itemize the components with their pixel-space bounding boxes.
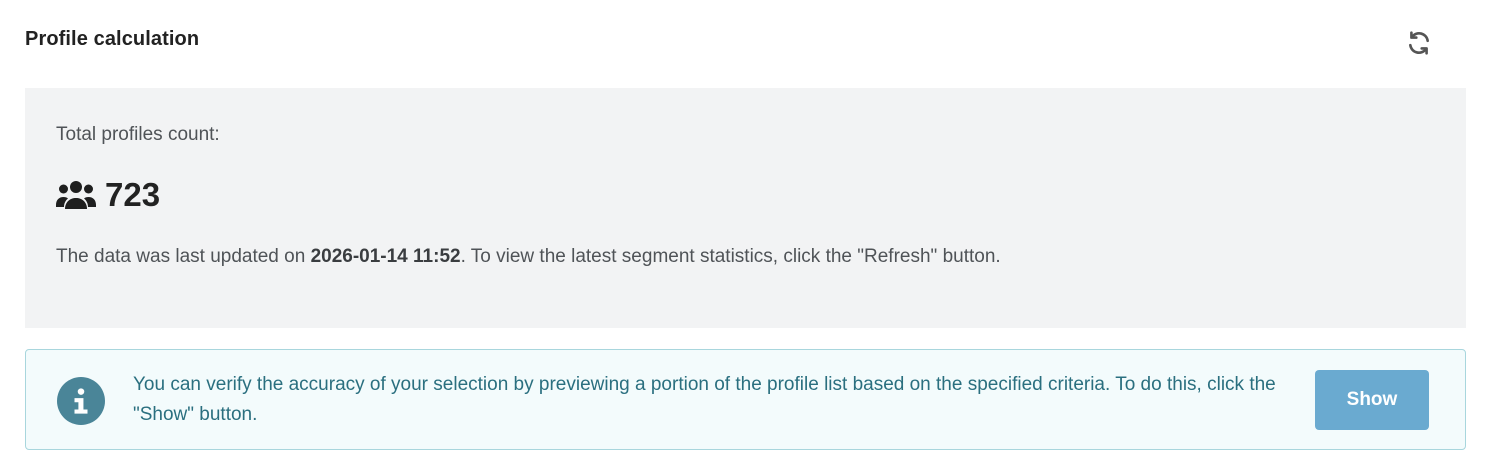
profile-stats-panel: Total profiles count: 723 The data was l… <box>25 88 1466 328</box>
refresh-button[interactable] <box>1402 26 1436 60</box>
info-icon <box>57 377 105 425</box>
show-button[interactable]: Show <box>1315 370 1429 430</box>
updated-prefix: The data was last updated on <box>56 246 311 267</box>
updated-suffix: . To view the latest segment statistics,… <box>460 246 1001 267</box>
preview-info-alert: You can verify the accuracy of your sele… <box>25 349 1466 450</box>
profiles-count-row: 723 <box>56 178 160 211</box>
panel-title: Profile calculation <box>25 28 200 50</box>
refresh-icon <box>1409 31 1429 55</box>
total-profiles-label: Total profiles count: <box>56 124 220 145</box>
last-updated-text: The data was last updated on 2026-01-14 … <box>56 246 1001 268</box>
updated-datetime: 2026-01-14 11:52 <box>310 246 461 267</box>
users-icon <box>56 180 96 209</box>
profiles-count: 723 <box>105 176 161 213</box>
info-message: You can verify the accuracy of your sele… <box>133 374 1276 425</box>
panel-header: Profile calculation <box>25 0 1466 86</box>
